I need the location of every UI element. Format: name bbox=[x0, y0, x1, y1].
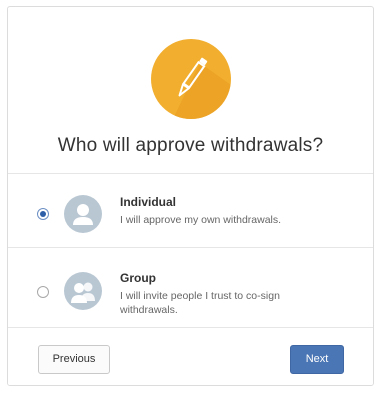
option-description: I will invite people I trust to co-sign … bbox=[120, 290, 280, 316]
option-group[interactable]: Group I will invite people I trust to co… bbox=[8, 249, 373, 323]
group-icon bbox=[64, 272, 102, 310]
person-icon bbox=[64, 195, 102, 233]
option-individual[interactable]: Individual I will approve my own withdra… bbox=[8, 175, 373, 249]
radio-group[interactable] bbox=[37, 286, 49, 298]
previous-button[interactable]: Previous bbox=[38, 345, 110, 374]
divider bbox=[8, 327, 373, 328]
approval-dialog: Who will approve withdrawals? Individual… bbox=[7, 6, 374, 386]
page-title: Who will approve withdrawals? bbox=[57, 135, 324, 156]
pencil-icon bbox=[151, 39, 231, 119]
next-button[interactable]: Next bbox=[290, 345, 344, 374]
dialog-footer: Previous Next bbox=[8, 329, 373, 385]
option-title: Individual bbox=[120, 195, 177, 209]
divider bbox=[8, 247, 373, 248]
radio-individual[interactable] bbox=[37, 208, 49, 220]
option-description: I will approve my own withdrawals. bbox=[120, 214, 282, 226]
divider bbox=[8, 173, 373, 174]
option-title: Group bbox=[120, 271, 156, 285]
